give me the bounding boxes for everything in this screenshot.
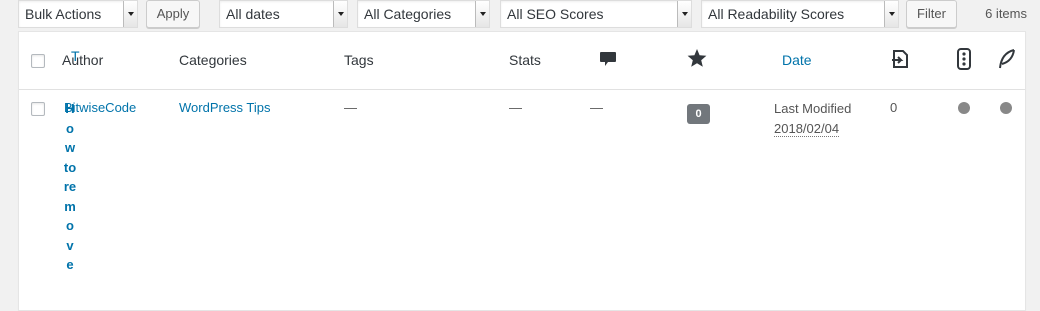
seo-score-filter-select[interactable]: All SEO Scores	[500, 0, 692, 28]
comment-count-badge[interactable]: 0	[687, 104, 710, 124]
column-stats-header: Stats	[509, 52, 541, 68]
post-date: Last Modified 2018/02/04	[774, 99, 851, 139]
date-filter-select[interactable]: All dates	[219, 0, 348, 28]
chevron-down-icon	[475, 1, 489, 27]
apply-button[interactable]: Apply	[146, 0, 200, 28]
readability-filter-label: All Readability Scores	[708, 6, 845, 22]
chevron-down-icon	[333, 1, 347, 27]
internal-links-icon[interactable]	[889, 48, 911, 70]
seo-traffic-light-icon[interactable]	[953, 48, 975, 70]
posts-table: T Author Categories Tags Stats Date How …	[18, 31, 1026, 311]
author-link[interactable]: BitwiseCode	[64, 100, 136, 115]
column-author-header: Author	[62, 52, 104, 68]
date-status: Last Modified	[774, 101, 852, 116]
category-filter-label: All Categories	[364, 6, 452, 22]
chevron-down-icon	[677, 1, 691, 27]
star-icon[interactable]	[686, 47, 708, 69]
items-count: 6 items	[985, 6, 1027, 21]
seo-score-dot	[958, 102, 970, 114]
chevron-down-icon	[123, 1, 137, 27]
stats-secondary-value: —	[590, 100, 603, 115]
seo-score-filter-label: All SEO Scores	[507, 6, 604, 22]
date-filter-label: All dates	[226, 6, 280, 22]
readability-score-dot	[1000, 102, 1012, 114]
category-filter-select[interactable]: All Categories	[357, 0, 490, 28]
post-title-link[interactable]: How to remove	[63, 99, 77, 275]
chevron-down-icon	[884, 1, 898, 27]
readability-filter-select[interactable]: All Readability Scores	[701, 0, 899, 28]
filter-button[interactable]: Filter	[906, 0, 957, 28]
table-header: T Author Categories Tags Stats Date	[19, 32, 1025, 90]
bulk-actions-label: Bulk Actions	[25, 6, 102, 22]
internal-links-count: 0	[890, 100, 898, 115]
select-all-checkbox[interactable]	[31, 54, 45, 68]
column-date-header[interactable]: Date	[782, 52, 812, 68]
category-link[interactable]: WordPress Tips	[179, 100, 271, 115]
column-categories-header: Categories	[179, 52, 247, 68]
readability-feather-icon[interactable]	[996, 48, 1018, 70]
tablenav-top: Bulk Actions Apply All dates All Categor…	[0, 0, 1040, 30]
date-value: 2018/02/04	[774, 121, 840, 137]
tags-value: —	[344, 100, 357, 115]
column-tags-header: Tags	[344, 52, 374, 68]
bulk-actions-select[interactable]: Bulk Actions	[18, 0, 138, 28]
row-checkbox[interactable]	[31, 102, 45, 116]
stats-value: —	[509, 100, 522, 115]
comment-bubble-icon[interactable]	[597, 48, 619, 70]
